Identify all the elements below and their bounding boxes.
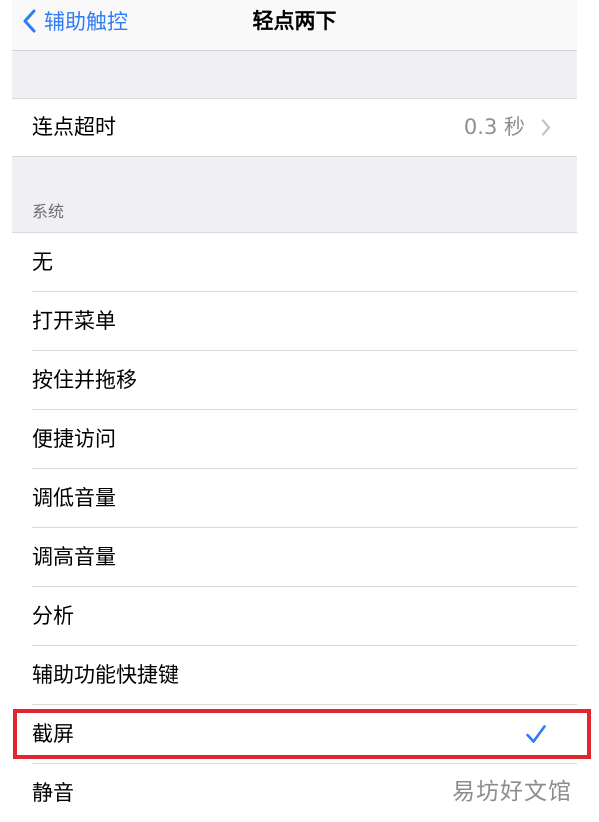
chevron-left-icon <box>23 9 36 33</box>
list-item-label: 无 <box>32 250 53 274</box>
list-item[interactable]: 无 <box>12 233 577 292</box>
page-title: 轻点两下 <box>252 9 337 33</box>
list-item-label: 分析 <box>32 604 74 628</box>
navigation-bar: 辅助触控 轻点两下 <box>12 0 577 51</box>
list-item-label: 打开菜单 <box>32 309 116 333</box>
back-button-label: 辅助触控 <box>44 10 128 34</box>
list-item-label: 截屏 <box>32 722 74 746</box>
list-item-label: 便捷访问 <box>32 427 116 451</box>
list-item[interactable]: 打开菜单 <box>12 292 577 351</box>
tap-timeout-value: 0.3 秒 <box>463 115 525 139</box>
list-item[interactable]: 按住并拖移 <box>12 351 577 410</box>
settings-page: 辅助触控 轻点两下 连点超时 0.3 秒 系统 无 打开菜单 按住并拖移 便捷访… <box>12 0 577 822</box>
list-item-label: 辅助功能快捷键 <box>32 663 179 687</box>
list-item-label: 调低音量 <box>32 486 116 510</box>
list-item-selected[interactable]: 截屏 <box>12 705 577 764</box>
screen: 辅助触控 轻点两下 连点超时 0.3 秒 系统 无 打开菜单 按住并拖移 便捷访… <box>0 0 599 822</box>
tap-timeout-row[interactable]: 连点超时 0.3 秒 <box>12 98 577 157</box>
list-item[interactable]: 辅助功能快捷键 <box>12 646 577 705</box>
section-header-system: 系统 <box>32 202 65 221</box>
list-item-label: 按住并拖移 <box>32 368 137 392</box>
watermark: 易坊好文馆 <box>452 779 572 805</box>
list-item-label: 调高音量 <box>32 545 116 569</box>
checkmark-icon <box>526 725 546 743</box>
list-item-label: 静音 <box>32 781 74 805</box>
back-button[interactable]: 辅助触控 <box>22 4 128 38</box>
system-action-list: 无 打开菜单 按住并拖移 便捷访问 调低音量 调高音量 分析 辅助功能快捷键 截… <box>12 232 577 822</box>
list-item[interactable]: 调低音量 <box>12 469 577 528</box>
group-spacer <box>12 157 577 232</box>
chevron-right-icon <box>541 119 551 136</box>
tap-timeout-label: 连点超时 <box>32 115 116 139</box>
group-spacer <box>12 51 577 98</box>
list-item[interactable]: 便捷访问 <box>12 410 577 469</box>
list-item[interactable]: 分析 <box>12 587 577 646</box>
list-item[interactable]: 调高音量 <box>12 528 577 587</box>
